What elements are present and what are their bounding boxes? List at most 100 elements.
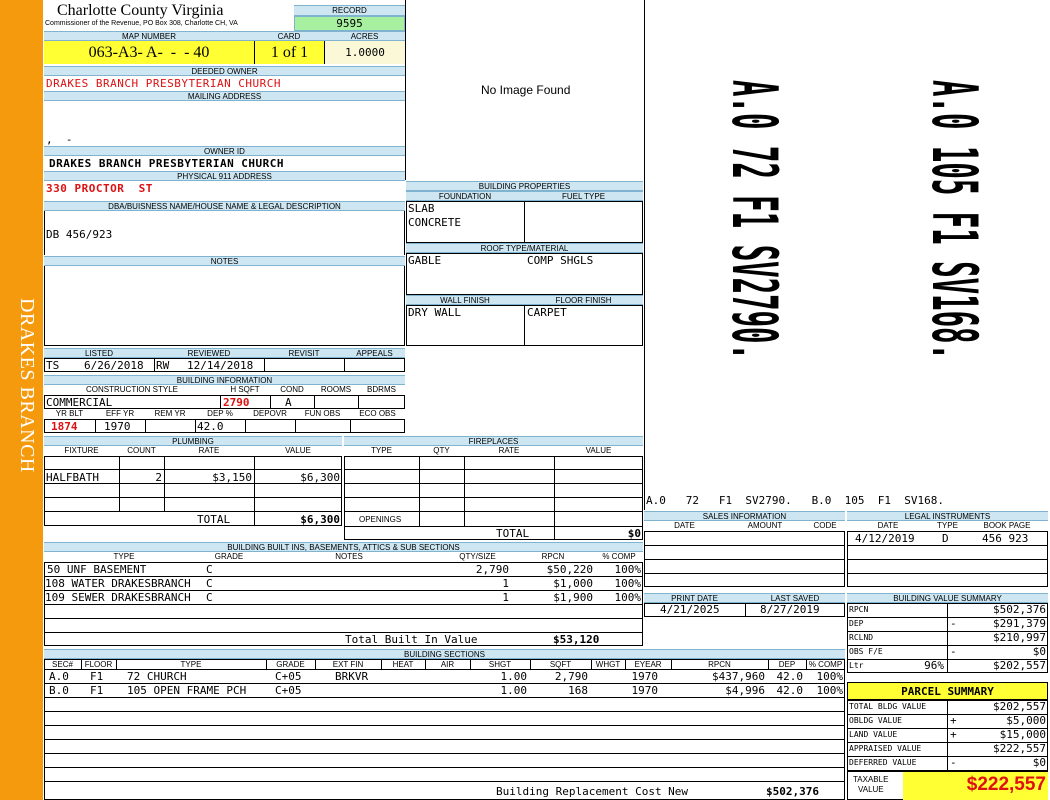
section-col-divider xyxy=(266,659,267,669)
vs-value: $502,376 xyxy=(993,603,1046,616)
ps-value: $5,000 xyxy=(1006,714,1046,727)
legal-date: 4/12/2019 xyxy=(855,532,915,545)
roof-material: COMP SHGLS xyxy=(527,254,594,267)
map-number-label: MAP NUMBER xyxy=(44,31,254,41)
cond-label: COND xyxy=(280,385,304,394)
value-summary-title: BUILDING VALUE SUMMARY xyxy=(847,593,1048,603)
section-cell-shgt: 1.00 xyxy=(500,670,528,683)
section-col-divider xyxy=(671,659,672,669)
wall-finish-label: WALL FINISH xyxy=(406,295,524,305)
hsqft-value: 2790 xyxy=(223,396,250,409)
legal-type: D xyxy=(942,532,949,545)
hsqft-label: H SQFT xyxy=(230,385,260,394)
cond-value: A xyxy=(285,396,292,409)
section-cell-sqft: 168 xyxy=(568,684,588,697)
legal-book-label: BOOK PAGE xyxy=(983,521,1031,530)
bi-grade-1: C xyxy=(206,563,213,576)
last-saved-label: LAST SAVED xyxy=(745,593,845,603)
bi-qty-1: 2,790 xyxy=(475,563,509,576)
bi-rpcn-label: RPCN xyxy=(541,552,565,561)
building-info-title: BUILDING INFORMATION xyxy=(44,375,405,385)
ps-value: $15,000 xyxy=(999,728,1046,741)
fireplaces-total: $0 xyxy=(627,527,641,540)
builtins-title: BUILDING BUILT INS, BASEMENTS, ATTICS & … xyxy=(44,542,643,552)
section-cell-comp: 100% xyxy=(816,670,844,683)
taxable-value: $222,557 xyxy=(966,774,1046,795)
plumb-value-label: VALUE xyxy=(285,446,311,455)
section-col-header: SQFT xyxy=(549,660,572,669)
reviewed-by: RW xyxy=(156,359,170,372)
legal-title: LEGAL INSTRUMENTS xyxy=(847,511,1048,521)
openings-label: OPENINGS xyxy=(359,515,402,524)
sketch-label: A.0 105 F1 SV168. xyxy=(918,80,991,360)
legal-date-label: DATE xyxy=(877,521,899,530)
bi-type-1: 50 UNF BASEMENT xyxy=(47,563,147,576)
sketch-caption: A.0 72 F1 SV2790. B.0 105 F1 SV168. xyxy=(646,494,945,507)
bi-rpcn-1: $50,220 xyxy=(546,563,593,576)
effyr-label: EFF YR xyxy=(105,409,135,418)
section-col-header: DEP xyxy=(778,660,796,669)
section-cell-type: 72 CHURCH xyxy=(127,670,187,683)
vs-value: $0 xyxy=(1032,645,1046,658)
wall-finish: DRY WALL xyxy=(408,306,461,319)
bi-grade-3: C xyxy=(206,591,213,604)
rooms-label: ROOMS xyxy=(320,385,352,394)
ps-value: $0 xyxy=(1032,756,1046,769)
vs-label: OBS F/E xyxy=(849,647,883,656)
section-col-header: RPCN xyxy=(708,660,731,669)
section-col-divider xyxy=(315,659,316,669)
bi-rpcn-2: $1,000 xyxy=(553,577,593,590)
bi-rpcn-3: $1,900 xyxy=(553,591,593,604)
appeals-label: APPEALS xyxy=(344,348,405,358)
sales-code-label: CODE xyxy=(813,521,837,530)
section-col-divider xyxy=(425,659,426,669)
listed-date: 6/26/2018 xyxy=(84,359,144,372)
section-cell-sqft: 2,790 xyxy=(554,670,588,683)
yrblt-label: YR BLT xyxy=(55,409,84,418)
listed-by: TS xyxy=(46,359,60,372)
section-cell-comp: 100% xyxy=(816,684,844,697)
owner-id: DRAKES BRANCH PRESBYTERIAN CHURCH xyxy=(49,157,285,170)
sidebar-label: DRAKES BRANCH xyxy=(16,298,38,473)
ps-label: TOTAL BLDG VALUE xyxy=(849,702,927,711)
section-col-header: EYEAR xyxy=(634,660,662,669)
plumb-rate-label: RATE xyxy=(198,446,220,455)
fuel-label: FUEL TYPE xyxy=(524,191,643,201)
sketch-label: A.0 72 F1 SV2790. xyxy=(718,80,791,360)
bi-qty-3: 1 xyxy=(502,591,509,604)
print-date-label: PRINT DATE xyxy=(644,593,745,603)
sketch-area: A.0 72 F1 SV2790. A.0 105 F1 SV168. xyxy=(644,0,1050,510)
vs-label: Ltr xyxy=(849,661,864,670)
taxable-label-2: VALUE xyxy=(858,785,884,794)
sales-amount-label: AMOUNT xyxy=(747,521,783,530)
section-gridline xyxy=(44,711,845,712)
sections-title: BUILDING SECTIONS xyxy=(44,649,845,659)
section-cell-floor: F1 xyxy=(90,670,104,683)
ps-value: $222,557 xyxy=(993,742,1046,755)
sales-title: SALES INFORMATION xyxy=(644,511,845,521)
dba-label: DBA/BUISNESS NAME/HOUSE NAME & LEGAL DES… xyxy=(44,201,405,211)
section-cell-eyear: 1970 xyxy=(631,684,659,697)
dep-label: DEP % xyxy=(207,409,233,418)
section-cell-type: 105 OPEN FRAME PCH xyxy=(127,684,247,697)
ps-label: LAND VALUE xyxy=(849,730,898,739)
roof-type: GABLE xyxy=(408,254,442,267)
section-cell-shgt: 1.00 xyxy=(500,684,528,697)
bi-comp-1: 100% xyxy=(614,563,642,576)
section-col-header: WHGT xyxy=(595,660,621,669)
physical-address: 330 PROCTOR ST xyxy=(46,182,153,195)
vs-value: $202,557 xyxy=(993,659,1046,672)
sales-date-label: DATE xyxy=(674,521,695,530)
fp-type-label: TYPE xyxy=(371,446,392,455)
bi-comp-label: % COMP xyxy=(602,552,636,561)
bi-grade-label: GRADE xyxy=(214,552,244,561)
yrblt-value: 1874 xyxy=(51,420,78,433)
foundation-label: FOUNDATION xyxy=(406,191,524,201)
bi-comp-3: 100% xyxy=(614,591,642,604)
parcel-summary-title: PARCEL SUMMARY xyxy=(847,682,1048,700)
deeded-owner-label: DEEDED OWNER xyxy=(44,66,405,76)
foundation-1: SLAB xyxy=(408,202,435,215)
builtins-total-label: Total Built In Value xyxy=(345,633,478,646)
remyr-label: REM YR xyxy=(154,409,186,418)
record-number: 9595 xyxy=(294,16,405,31)
